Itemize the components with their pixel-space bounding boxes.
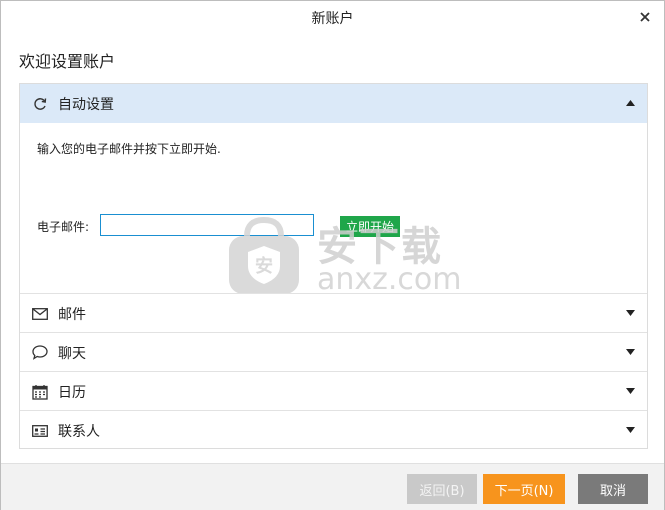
caret-down-icon: [625, 386, 635, 396]
section-contacts[interactable]: 联系人: [20, 411, 647, 450]
section-auto-setup-label: 自动设置: [58, 96, 114, 113]
close-button[interactable]: [634, 6, 656, 28]
caret-down-icon: [625, 425, 635, 435]
section-chat-label: 聊天: [58, 345, 86, 362]
page-heading: 欢迎设置账户: [19, 52, 116, 71]
caret-up-icon: [625, 98, 635, 108]
refresh-icon: [30, 94, 50, 114]
next-button[interactable]: 下一页(N): [483, 474, 565, 504]
calendar-icon: [30, 382, 50, 402]
section-calendar-label: 日历: [58, 384, 86, 401]
chat-bubble-icon: [30, 343, 50, 363]
close-icon: [640, 12, 650, 22]
section-contacts-label: 联系人: [58, 423, 100, 440]
window-title: 新账户: [311, 11, 354, 27]
dialog-footer: 返回(B) 下一页(N) 取消: [1, 463, 664, 510]
cancel-button[interactable]: 取消: [578, 474, 648, 504]
new-account-dialog: 新账户 欢迎设置账户 自动设置 输入您的电子邮件并按下立即开始. 电子邮件: 立…: [0, 0, 665, 510]
title-bar: 新账户: [1, 1, 664, 34]
setup-accordion: 自动设置 输入您的电子邮件并按下立即开始. 电子邮件: 立即开始 安 安下载 a…: [19, 83, 648, 449]
section-calendar[interactable]: 日历: [20, 372, 647, 411]
svg-text:安: 安: [255, 255, 273, 277]
caret-down-icon: [625, 308, 635, 318]
email-label: 电子邮件:: [37, 220, 90, 234]
watermark: 安 安下载 anxz.com: [225, 214, 462, 302]
caret-down-icon: [625, 347, 635, 357]
section-mail-label: 邮件: [58, 306, 86, 323]
back-button[interactable]: 返回(B): [407, 474, 477, 504]
section-auto-setup[interactable]: 自动设置: [20, 84, 647, 123]
section-mail[interactable]: 邮件: [20, 294, 647, 333]
shield-logo-icon: 安: [229, 216, 299, 294]
envelope-icon: [30, 304, 50, 324]
contact-card-icon: [30, 421, 50, 441]
instruction-text: 输入您的电子邮件并按下立即开始.: [37, 142, 221, 156]
section-chat[interactable]: 聊天: [20, 333, 647, 372]
watermark-domain: anxz.com: [317, 262, 462, 297]
